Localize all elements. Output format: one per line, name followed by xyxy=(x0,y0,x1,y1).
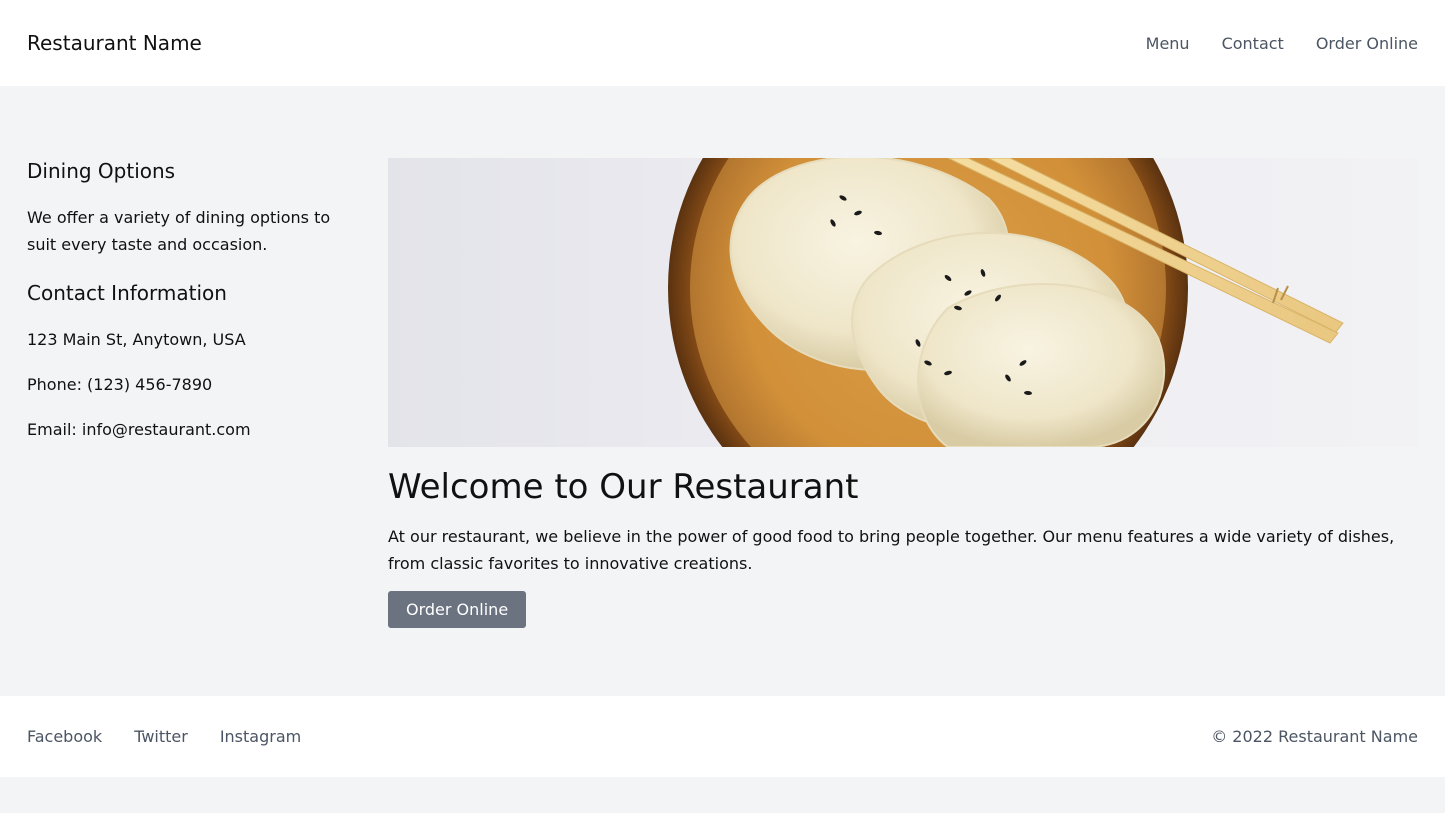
dining-options-text: We offer a variety of dining options to … xyxy=(27,208,331,254)
main-content: Welcome to Our Restaurant At our restaur… xyxy=(388,158,1418,628)
hero-image xyxy=(388,158,1418,447)
social-links: Facebook Twitter Instagram xyxy=(27,727,301,746)
contact-info-heading: Contact Information xyxy=(27,281,227,305)
dining-options-heading: Dining Options xyxy=(27,159,176,183)
contact-address: 123 Main St, Anytown, USA xyxy=(27,330,246,349)
site-footer: Facebook Twitter Instagram © 2022 Restau… xyxy=(0,696,1445,777)
twitter-link[interactable]: Twitter xyxy=(134,727,188,746)
nav-link-contact[interactable]: Contact xyxy=(1222,34,1284,53)
nav-link-order-online[interactable]: Order Online xyxy=(1316,34,1418,53)
main-nav: Menu Contact Order Online xyxy=(1146,34,1418,53)
site-header: Restaurant Name Menu Contact Order Onlin… xyxy=(0,0,1445,86)
welcome-text: At our restaurant, we believe in the pow… xyxy=(388,527,1395,573)
nav-link-menu[interactable]: Menu xyxy=(1146,34,1190,53)
instagram-link[interactable]: Instagram xyxy=(220,727,301,746)
contact-email: Email: info@restaurant.com xyxy=(27,420,251,439)
welcome-heading: Welcome to Our Restaurant xyxy=(388,467,859,507)
order-online-button[interactable]: Order Online xyxy=(388,591,527,628)
dumplings-illustration xyxy=(668,158,1344,447)
contact-phone: Phone: (123) 456-7890 xyxy=(27,375,213,394)
facebook-link[interactable]: Facebook xyxy=(27,727,102,746)
sidebar: Dining Options We offer a variety of din… xyxy=(27,158,337,461)
brand-name[interactable]: Restaurant Name xyxy=(27,31,202,55)
copyright-text: © 2022 Restaurant Name xyxy=(1211,727,1418,746)
